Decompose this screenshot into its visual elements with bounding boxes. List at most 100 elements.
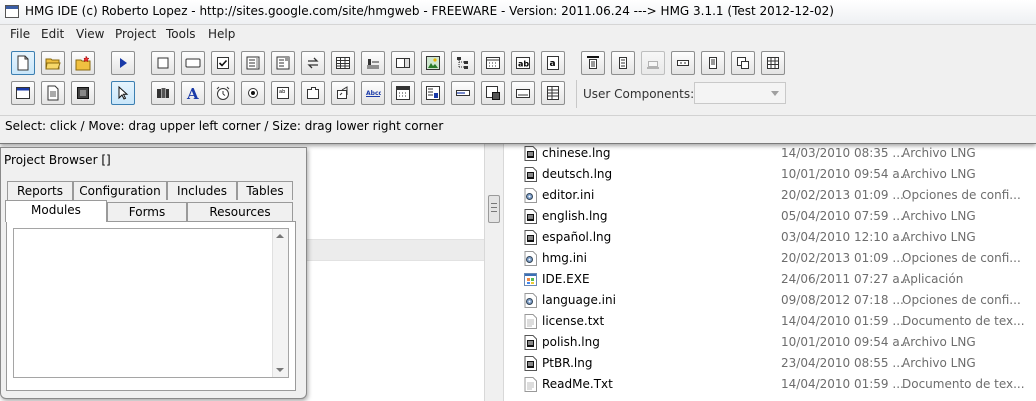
- grid-control-button[interactable]: [331, 51, 355, 75]
- label-control-button[interactable]: ab: [511, 51, 535, 75]
- select-pointer-button[interactable]: [111, 81, 135, 105]
- listbox-control-button[interactable]: [241, 51, 265, 75]
- tab-reports[interactable]: Reports: [7, 181, 73, 200]
- menu-project[interactable]: Project: [115, 27, 156, 41]
- file-row[interactable]: english.lng 05/04/2010 07:59 ... Archivo L…: [520, 206, 1036, 227]
- monthcal-control-button[interactable]: [391, 81, 415, 105]
- ipaddress-control-button[interactable]: [541, 81, 565, 105]
- navigation-selected-row: [300, 239, 484, 261]
- align-center-button[interactable]: [611, 51, 635, 75]
- tab-configuration[interactable]: Configuration: [73, 181, 167, 200]
- properties-button[interactable]: [761, 51, 785, 75]
- scroll-up-icon[interactable]: [276, 234, 284, 238]
- play-icon: [120, 58, 127, 68]
- image-control-button[interactable]: [421, 51, 445, 75]
- file-row[interactable]: IDE.EXE 24/06/2011 07:27 a... Aplicación: [520, 269, 1036, 290]
- file-date: 14/03/2010 08:35 ...: [781, 146, 904, 160]
- project-browser-window[interactable]: Project Browser [] Reports Configuration…: [0, 147, 307, 399]
- file-row[interactable]: deutsch.lng 10/01/2010 09:54 a... Archivo …: [520, 164, 1036, 185]
- tab-includes[interactable]: Includes: [167, 181, 237, 200]
- radio-group-button[interactable]: [241, 81, 265, 105]
- modules-list[interactable]: [13, 228, 289, 378]
- slider-control-button[interactable]: [361, 51, 385, 75]
- form-designer-button[interactable]: [11, 81, 35, 105]
- menu-tools[interactable]: Tools: [166, 27, 196, 41]
- lng-file-icon: [524, 167, 537, 182]
- checkbutton-control-button[interactable]: [301, 51, 325, 75]
- combobox-control-button[interactable]: [271, 51, 295, 75]
- document-icon: [47, 85, 59, 101]
- menu-edit[interactable]: Edit: [41, 27, 64, 41]
- open-project-button[interactable]: [41, 51, 65, 75]
- same-width-button[interactable]: [671, 51, 695, 75]
- scroll-down-icon[interactable]: [276, 368, 284, 372]
- player-control-button[interactable]: [481, 81, 505, 105]
- splitter-grip[interactable]: [488, 195, 500, 223]
- editbox-control-button[interactable]: ab: [271, 81, 295, 105]
- file-row[interactable]: chinese.lng 14/03/2010 08:35 ... Archivo L…: [520, 143, 1036, 164]
- same-width-icon: [677, 60, 689, 66]
- pane-splitter[interactable]: [484, 143, 504, 401]
- align-bottom-icon: [647, 61, 659, 69]
- file-row[interactable]: editor.ini 20/02/2013 01:09 ... Opciones d…: [520, 185, 1036, 206]
- window-icon: [16, 87, 30, 99]
- spinner-control-button[interactable]: [391, 51, 415, 75]
- tree-control-button[interactable]: [451, 51, 475, 75]
- bring-front-button[interactable]: [731, 51, 755, 75]
- ini-file-icon: [524, 251, 537, 266]
- file-type: Archivo LNG: [902, 146, 976, 160]
- label-control-button-2[interactable]: a: [541, 51, 565, 75]
- file-type: Documento de tex...: [902, 314, 1025, 328]
- tab-control-button[interactable]: [301, 81, 325, 105]
- align-bottom-button[interactable]: [641, 51, 665, 75]
- same-height-button[interactable]: [701, 51, 725, 75]
- file-row[interactable]: polish.lng 10/01/2010 09:54 a... Archivo L…: [520, 332, 1036, 353]
- timer-control-button[interactable]: [211, 81, 235, 105]
- button-control-button[interactable]: [181, 51, 205, 75]
- menu-view[interactable]: View: [76, 27, 104, 41]
- run-button[interactable]: [111, 51, 135, 75]
- file-row[interactable]: license.txt 14/04/2010 01:59 ... Documento…: [520, 311, 1036, 332]
- file-type: Opciones de confi...: [902, 251, 1021, 265]
- file-row[interactable]: hmg.ini 20/02/2013 01:09 ... Opciones de c…: [520, 248, 1036, 269]
- image-icon: [426, 56, 440, 70]
- app-window-icon[interactable]: [5, 5, 19, 18]
- tab-resources[interactable]: Resources: [187, 202, 293, 221]
- font-label-button[interactable]: A: [181, 81, 205, 105]
- browse-control-button[interactable]: [151, 81, 175, 105]
- file-date: 14/04/2010 01:59 ...: [781, 377, 904, 391]
- form-control-button[interactable]: [151, 51, 175, 75]
- file-row[interactable]: ReadMe.Txt 14/04/2010 01:59 ... Documento …: [520, 374, 1036, 395]
- textbox-control-button[interactable]: [511, 81, 535, 105]
- file-type: Archivo LNG: [902, 209, 976, 223]
- svg-text:ab: ab: [279, 89, 285, 95]
- align-top-button[interactable]: [581, 51, 605, 75]
- checkbox-control-button[interactable]: [211, 51, 235, 75]
- frame-control-button[interactable]: [71, 81, 95, 105]
- file-row[interactable]: language.ini 09/08/2012 07:18 ... Opciones…: [520, 290, 1036, 311]
- file-row[interactable]: español.lng 03/04/2010 12:10 a... Archivo …: [520, 227, 1036, 248]
- file-type: Opciones de confi...: [902, 293, 1021, 307]
- tab-modules[interactable]: Modules: [5, 200, 107, 222]
- animate-control-button[interactable]: [331, 81, 355, 105]
- txt-file-icon: [524, 314, 537, 329]
- toolbar: ab a A ab Abcd User Components:: [6, 46, 1030, 110]
- hyperlink-control-button[interactable]: Abcd: [361, 81, 385, 105]
- tab-forms[interactable]: Forms: [107, 202, 187, 221]
- richedit-control-button[interactable]: [421, 81, 445, 105]
- file-row[interactable]: PtBR.lng 23/04/2010 08:55 ... Archivo LNG: [520, 353, 1036, 374]
- menu-help[interactable]: Help: [208, 27, 235, 41]
- tab-tables[interactable]: Tables: [237, 181, 293, 200]
- new-project-button[interactable]: [11, 51, 35, 75]
- hyperlink-icon: Abcd: [366, 90, 381, 97]
- menu-file[interactable]: File: [10, 27, 30, 41]
- modules-scrollbar[interactable]: [272, 229, 288, 377]
- document-button[interactable]: [41, 81, 65, 105]
- user-components-combo[interactable]: [694, 82, 786, 104]
- file-name: english.lng: [542, 209, 608, 223]
- datepicker-control-button[interactable]: [481, 51, 505, 75]
- align-top-icon: [587, 56, 599, 69]
- progressbar-control-button[interactable]: [451, 81, 475, 105]
- toolbar-separator: [576, 80, 577, 108]
- save-project-button[interactable]: [71, 51, 95, 75]
